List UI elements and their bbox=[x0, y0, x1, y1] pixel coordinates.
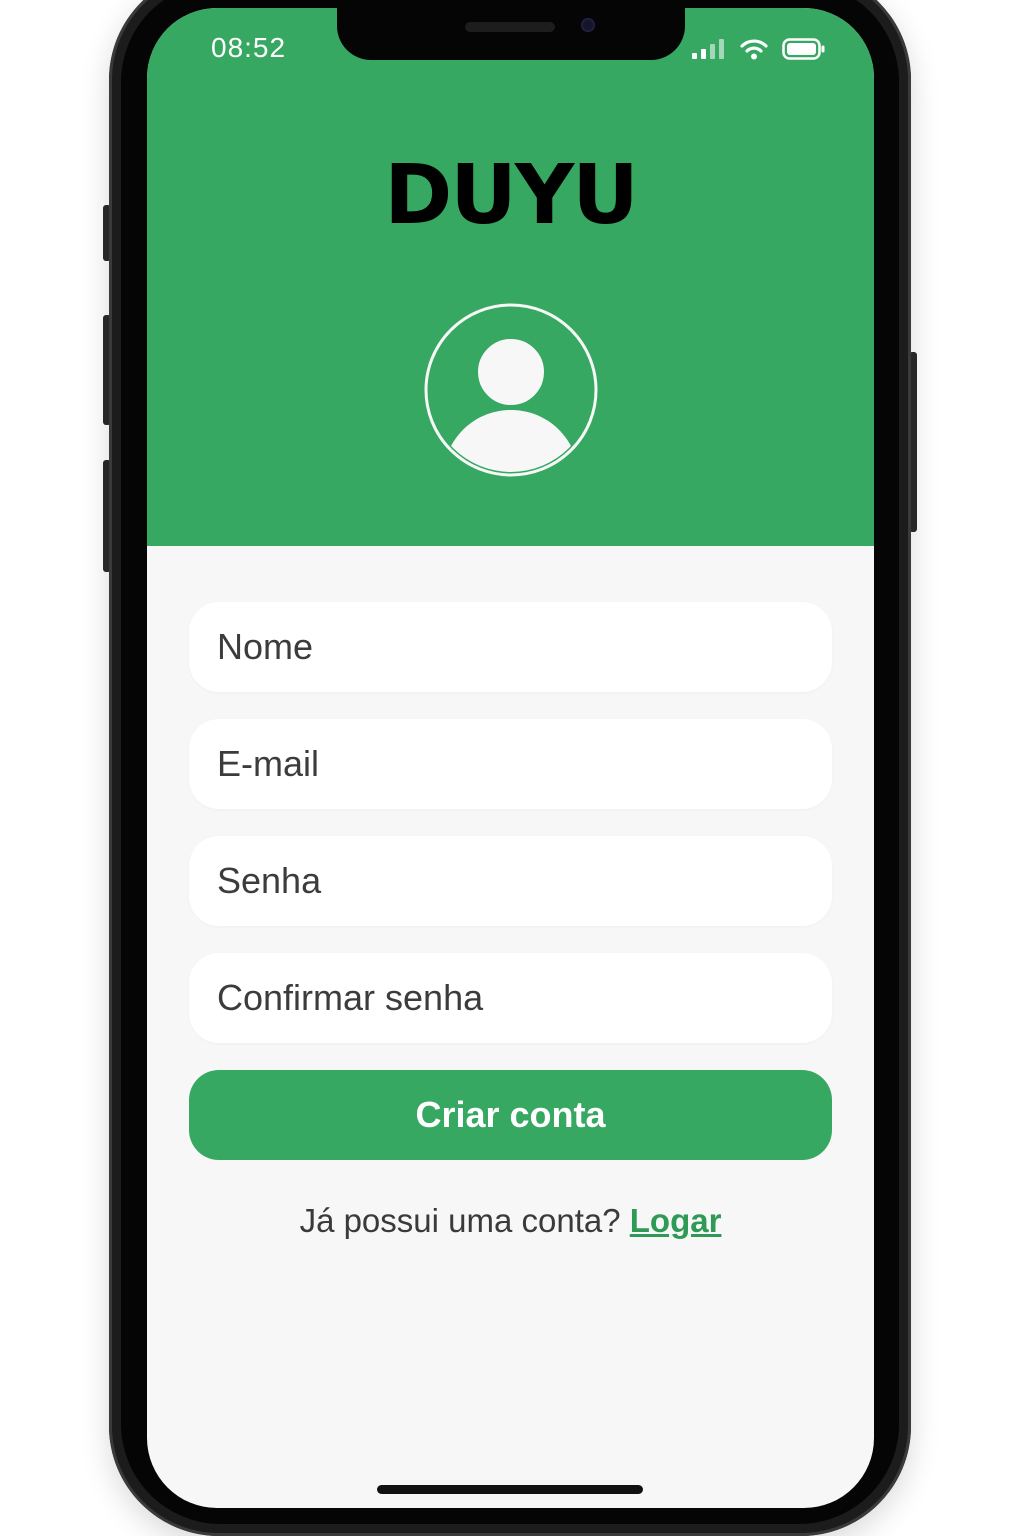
create-account-button[interactable]: Criar conta bbox=[189, 1070, 832, 1160]
earpiece-speaker bbox=[465, 22, 555, 32]
password-input[interactable] bbox=[189, 836, 832, 926]
confirm-password-field bbox=[189, 953, 832, 1043]
name-input[interactable] bbox=[189, 602, 832, 692]
login-link[interactable]: Logar bbox=[630, 1202, 722, 1239]
login-prompt: Já possui uma conta? Logar bbox=[189, 1202, 832, 1240]
email-input[interactable] bbox=[189, 719, 832, 809]
brand-logo: DUYU bbox=[384, 148, 639, 243]
login-prompt-text: Já possui uma conta? bbox=[299, 1202, 630, 1239]
status-time: 08:52 bbox=[211, 32, 287, 63]
home-indicator bbox=[377, 1485, 643, 1494]
email-field bbox=[189, 719, 832, 809]
confirm-password-input[interactable] bbox=[189, 953, 832, 1043]
password-field bbox=[189, 836, 832, 926]
user-avatar-icon[interactable] bbox=[423, 302, 599, 478]
battery-icon bbox=[782, 38, 826, 60]
canvas: 08:52 DUYU Nome E-mail Criar conta Já po… bbox=[0, 0, 1024, 1536]
cellular-signal-icon bbox=[692, 39, 726, 59]
wifi-icon bbox=[740, 38, 768, 60]
notch bbox=[337, 8, 685, 60]
status-icons bbox=[692, 38, 826, 60]
name-field bbox=[189, 602, 832, 692]
front-camera bbox=[581, 18, 595, 32]
signup-form: Criar conta Já possui uma conta? Logar bbox=[189, 602, 832, 1240]
phone-screen: 08:52 DUYU Nome E-mail Criar conta Já po… bbox=[147, 8, 874, 1508]
header: 08:52 DUYU bbox=[147, 8, 874, 546]
